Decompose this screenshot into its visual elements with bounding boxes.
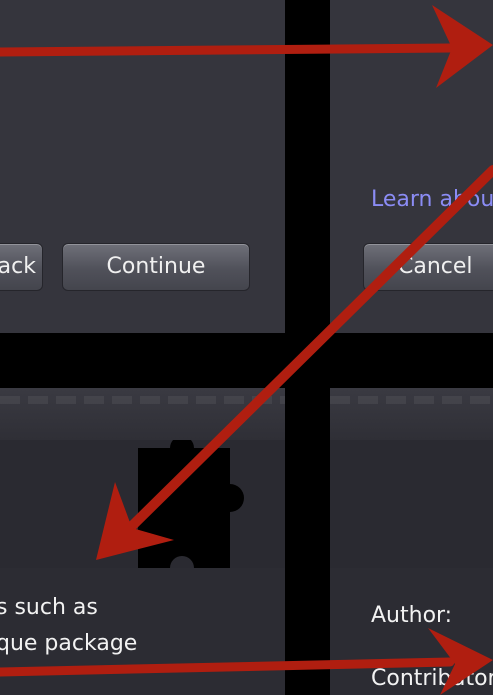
description-line-2: que package <box>0 631 138 656</box>
author-label: Author: <box>371 603 453 628</box>
continue-button[interactable]: Continue <box>62 243 250 291</box>
header-band <box>330 440 493 568</box>
learn-more-link[interactable]: Learn about <box>371 187 493 212</box>
description-line-1: s such as <box>0 595 98 620</box>
bottom-left-pane: s such as que package <box>0 388 285 695</box>
top-right-pane: Learn about Cancel <box>330 0 493 333</box>
contributors-label: Contributors: <box>371 666 493 691</box>
back-button[interactable]: Back <box>0 243 43 291</box>
cancel-button[interactable]: Cancel <box>363 243 493 291</box>
puzzle-piece-icon <box>138 440 244 568</box>
bottom-right-pane: Author: Contributors: <box>330 388 493 695</box>
window-titlebar <box>330 388 493 441</box>
top-left-pane: Back Continue <box>0 0 285 333</box>
window-titlebar <box>0 388 285 441</box>
